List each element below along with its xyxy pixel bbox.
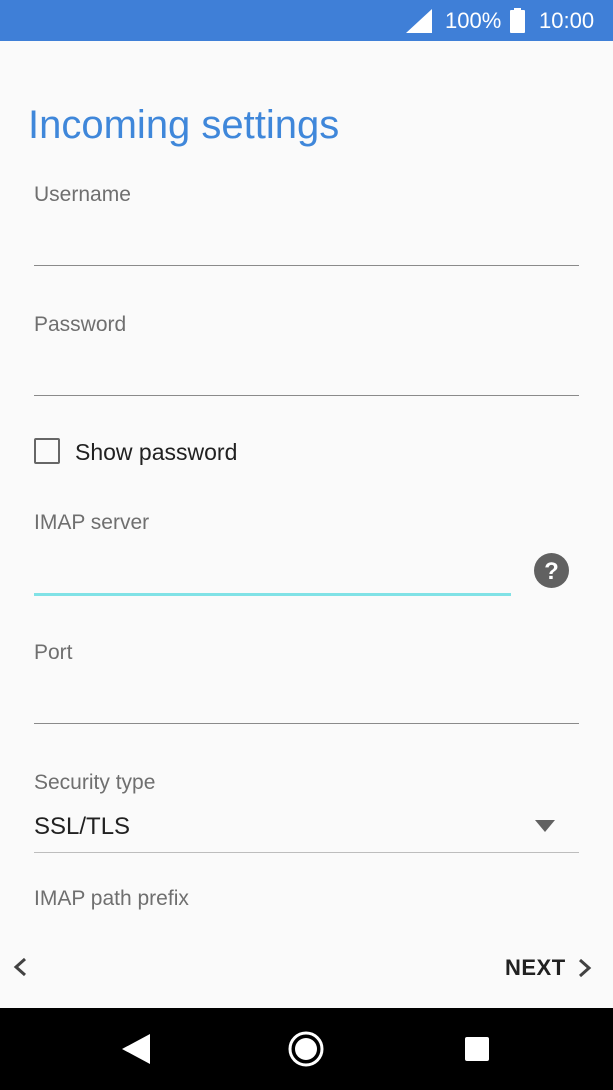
- imap-server-label: IMAP server: [34, 511, 150, 534]
- clock: 10:00: [539, 8, 595, 33]
- status-bar: 100% 10:00: [0, 0, 613, 41]
- password-underline: [34, 395, 579, 396]
- imap-path-prefix-label: IMAP path prefix: [34, 887, 189, 910]
- nav-back-icon[interactable]: [120, 1032, 152, 1066]
- back-chevron-icon[interactable]: [10, 955, 32, 979]
- signal-icon: [406, 9, 432, 33]
- port-field[interactable]: [34, 680, 579, 720]
- port-label: Port: [34, 641, 73, 664]
- help-icon[interactable]: ?: [534, 553, 569, 588]
- port-underline: [34, 723, 579, 724]
- page-title: Incoming settings: [28, 103, 340, 147]
- password-field[interactable]: [34, 352, 579, 392]
- show-password-checkbox[interactable]: [34, 438, 60, 464]
- next-label: NEXT: [505, 955, 566, 980]
- username-underline: [34, 265, 579, 266]
- nav-home-icon[interactable]: [287, 1030, 325, 1068]
- dropdown-arrow-icon[interactable]: [535, 820, 555, 832]
- password-label: Password: [34, 313, 127, 336]
- imap-server-field[interactable]: [34, 552, 511, 592]
- svg-text:?: ?: [544, 558, 559, 585]
- security-type-label: Security type: [34, 771, 156, 794]
- show-password-label[interactable]: Show password: [75, 438, 237, 466]
- battery-percent: 100%: [445, 8, 502, 33]
- chevron-right-icon: [578, 958, 591, 978]
- username-field[interactable]: [34, 222, 579, 262]
- security-type-underline: [34, 852, 579, 853]
- nav-recents-icon[interactable]: [464, 1036, 490, 1062]
- next-button[interactable]: NEXT: [505, 950, 594, 986]
- system-nav-bar: [0, 1008, 613, 1090]
- battery-icon: [510, 8, 525, 33]
- username-label: Username: [34, 183, 131, 206]
- imap-server-underline: [34, 593, 511, 596]
- security-type-value[interactable]: SSL/TLS: [34, 812, 130, 842]
